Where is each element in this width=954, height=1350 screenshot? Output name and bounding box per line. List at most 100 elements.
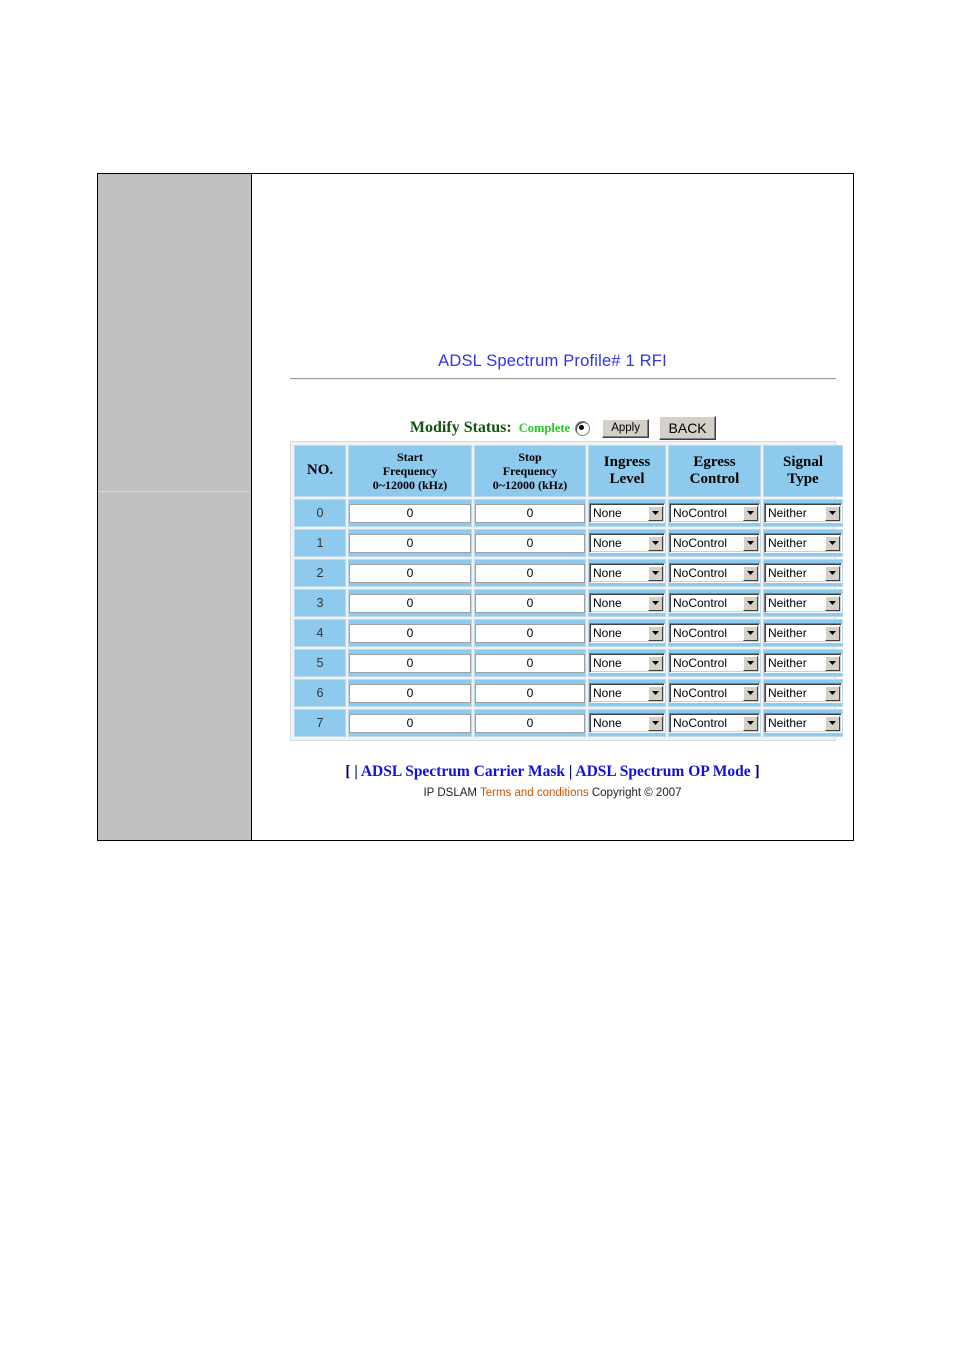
start-frequency-cell [348,589,472,618]
ingress-level-value: None [593,506,622,521]
table-row: 4 None NoControl Neither [294,619,843,648]
stop-frequency-input[interactable] [475,713,585,733]
start-frequency-cell [348,529,472,558]
header-ingress-level: Ingress Level [588,445,666,498]
stop-frequency-cell [474,619,586,648]
stop-frequency-input[interactable] [475,623,585,643]
header-start-line3: 0~12000 (kHz) [372,478,448,493]
row-index-cell: 4 [294,619,346,648]
header-stop-line1: Stop [518,450,542,464]
ingress-level-select[interactable]: None [589,503,665,524]
egress-control-select[interactable]: NoControl [669,533,760,554]
signal-type-select[interactable]: Neither [764,563,842,584]
stop-frequency-input[interactable] [475,683,585,703]
stop-frequency-cell [474,709,586,738]
start-frequency-input[interactable] [349,623,471,643]
chevron-down-icon [648,715,663,731]
egress-control-select[interactable]: NoControl [669,503,760,524]
table-row: 0 None NoControl Neither [294,499,843,528]
header-signal-type: Signal Type [763,445,843,498]
signal-type-cell: Neither [763,559,843,588]
signal-type-select[interactable]: Neither [764,503,842,524]
content-pane: ADSL Spectrum Profile# 1 RFI Modify Stat… [252,174,853,840]
signal-type-value: Neither [768,656,807,671]
table-row: 1 None NoControl Neither [294,529,843,558]
link-adsl-spectrum-op-mode[interactable]: ADSL Spectrum OP Mode [575,763,750,780]
ingress-level-value: None [593,716,622,731]
header-start-frequency: Start Frequency 0~12000 (kHz) [348,445,472,498]
back-button[interactable]: BACK [659,416,717,440]
ingress-level-select[interactable]: None [589,713,665,734]
chevron-down-icon [648,535,663,551]
chevron-down-icon [825,565,840,581]
ingress-level-cell: None [588,619,666,648]
signal-type-value: Neither [768,506,807,521]
chevron-down-icon [825,625,840,641]
start-frequency-input[interactable] [349,563,471,583]
chevron-down-icon [825,595,840,611]
start-frequency-input[interactable] [349,593,471,613]
start-frequency-input[interactable] [349,653,471,673]
chevron-down-icon [743,685,758,701]
signal-type-select[interactable]: Neither [764,683,842,704]
row-index-label: 5 [316,656,324,671]
signal-type-select[interactable]: Neither [764,653,842,674]
egress-control-select[interactable]: NoControl [669,593,760,614]
ingress-level-select[interactable]: None [589,533,665,554]
ingress-level-cell: None [588,679,666,708]
signal-type-select[interactable]: Neither [764,623,842,644]
modify-status-radio[interactable] [575,420,591,436]
start-frequency-input[interactable] [349,683,471,703]
egress-control-select[interactable]: NoControl [669,713,760,734]
ingress-level-value: None [593,566,622,581]
signal-type-select[interactable]: Neither [764,533,842,554]
footer-bracket-open: [ [345,763,351,780]
egress-control-select[interactable]: NoControl [669,623,760,644]
title-divider [290,378,836,380]
ingress-level-value: None [593,596,622,611]
stop-frequency-input[interactable] [475,563,585,583]
start-frequency-input[interactable] [349,713,471,733]
header-stop-line2: Frequency [502,464,558,479]
ingress-level-cell: None [588,649,666,678]
start-frequency-input[interactable] [349,533,471,553]
apply-button[interactable]: Apply [602,418,650,438]
signal-type-select[interactable]: Neither [764,593,842,614]
row-index-label: 1 [316,536,324,551]
table-row: 2 None NoControl Neither [294,559,843,588]
chevron-down-icon [743,715,758,731]
ingress-level-value: None [593,536,622,551]
page-title: ADSL Spectrum Profile# 1 RFI [438,352,667,370]
stop-frequency-input[interactable] [475,653,585,673]
start-frequency-input[interactable] [349,503,471,523]
ingress-level-select[interactable]: None [589,593,665,614]
stop-frequency-input[interactable] [475,593,585,613]
footer-pipe-first: | [354,763,358,780]
link-terms-and-conditions[interactable]: Terms and conditions [480,787,589,799]
row-index-cell: 7 [294,709,346,738]
row-index-cell: 1 [294,529,346,558]
ingress-level-select[interactable]: None [589,563,665,584]
egress-control-select[interactable]: NoControl [669,653,760,674]
signal-type-cell: Neither [763,589,843,618]
egress-control-cell: NoControl [668,499,761,528]
ingress-level-value: None [593,656,622,671]
egress-control-select[interactable]: NoControl [669,683,760,704]
chevron-down-icon [648,685,663,701]
chevron-down-icon [743,565,758,581]
link-adsl-spectrum-carrier-mask[interactable]: ADSL Spectrum Carrier Mask [361,763,565,780]
stop-frequency-input[interactable] [475,503,585,523]
ingress-level-select[interactable]: None [589,683,665,704]
chevron-down-icon [743,625,758,641]
egress-control-select[interactable]: NoControl [669,563,760,584]
row-index-label: 0 [316,506,324,521]
stop-frequency-cell [474,529,586,558]
ingress-level-select[interactable]: None [589,623,665,644]
ingress-level-select[interactable]: None [589,653,665,674]
signal-type-select[interactable]: Neither [764,713,842,734]
table-row: 7 None NoControl Neither [294,709,843,738]
header-stop-line3: 0~12000 (kHz) [492,478,568,493]
stop-frequency-input[interactable] [475,533,585,553]
stop-frequency-cell [474,559,586,588]
nav-panel-divider [98,491,251,492]
